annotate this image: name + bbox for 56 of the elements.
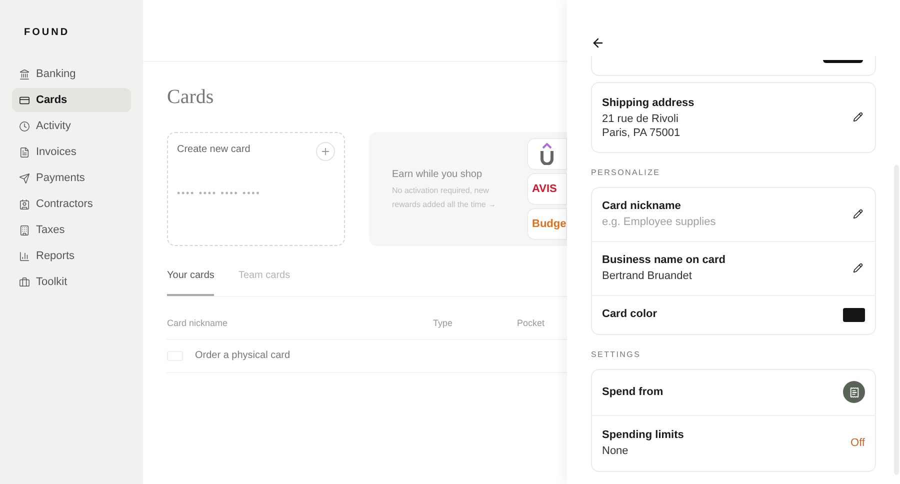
send-icon <box>19 172 30 184</box>
plus-icon <box>316 142 335 161</box>
pocket-button[interactable] <box>843 381 865 403</box>
sidebar-item[interactable]: Reports <box>12 244 131 268</box>
logo-text: Budge <box>532 216 566 232</box>
edit-button[interactable] <box>851 110 865 124</box>
row-title: Shipping address <box>602 96 694 111</box>
bar-chart-icon <box>19 250 30 262</box>
sidebar-item[interactable]: Banking <box>12 62 131 86</box>
sidebar-item[interactable]: Invoices <box>12 140 131 164</box>
briefcase-icon <box>19 276 30 288</box>
sidebar-item[interactable]: Contractors <box>12 192 131 216</box>
table-cell-text: Order a physical card <box>195 349 290 363</box>
row-value: Bertrand Bruandet <box>602 269 693 284</box>
rewards-banner[interactable]: Earn while you shop No activation required, new rewards added all the time → AVIS Budge <box>369 132 567 246</box>
edit-button[interactable] <box>851 207 865 221</box>
row-value: None <box>602 444 630 459</box>
sidebar-item[interactable]: Payments <box>12 166 131 190</box>
status-text: Off <box>850 436 865 451</box>
sidebar-item[interactable]: Activity <box>12 114 131 138</box>
placeholder-text: e.g. Employee supplies <box>602 215 716 230</box>
document-icon <box>19 146 30 158</box>
tab[interactable]: Your cards <box>167 268 214 296</box>
sidebar-item[interactable]: Toolkit <box>12 270 131 294</box>
row-title: Business name on card <box>602 252 726 268</box>
clock-icon <box>19 120 30 132</box>
column-header: Type <box>433 317 454 330</box>
row-title: Spending limits <box>602 428 684 442</box>
receipt-icon <box>848 386 860 398</box>
row-title: Card color <box>602 307 658 322</box>
edit-button[interactable] <box>851 261 865 275</box>
page-title: Cards <box>167 85 215 110</box>
create-card-tile[interactable]: Create new card •••• •••• •••• •••• <box>167 132 345 246</box>
column-header: Card nickname <box>167 317 229 330</box>
rewards-title: Earn while you shop <box>392 168 484 182</box>
column-header: Pocket <box>517 317 545 330</box>
logo-text: AVIS <box>532 182 557 197</box>
card-color-swatch[interactable] <box>843 308 865 322</box>
row-title: Spend from <box>602 384 664 400</box>
building-icon <box>19 224 30 236</box>
sidebar-item[interactable]: Taxes <box>12 218 131 242</box>
address-line: Paris, PA 75001 <box>602 126 682 140</box>
card-number-placeholder: •••• •••• •••• •••• <box>177 187 262 200</box>
u-logo-icon <box>540 143 554 165</box>
bank-icon <box>19 68 30 80</box>
section-heading: SETTINGS <box>591 348 642 360</box>
row-title: Card nickname <box>602 198 682 214</box>
address-line: 21 rue de Rivoli <box>602 112 680 126</box>
sidebar-item[interactable]: Cards <box>12 88 131 112</box>
back-button[interactable] <box>591 36 605 50</box>
section-heading: PERSONALIZE <box>591 166 662 178</box>
brand-logo: FOUND <box>24 26 71 40</box>
card-icon <box>19 94 30 106</box>
contact-icon <box>19 198 30 210</box>
card-edge-drawing <box>823 60 863 63</box>
rewards-text: No activation required, new rewards added all the time → <box>392 184 498 210</box>
